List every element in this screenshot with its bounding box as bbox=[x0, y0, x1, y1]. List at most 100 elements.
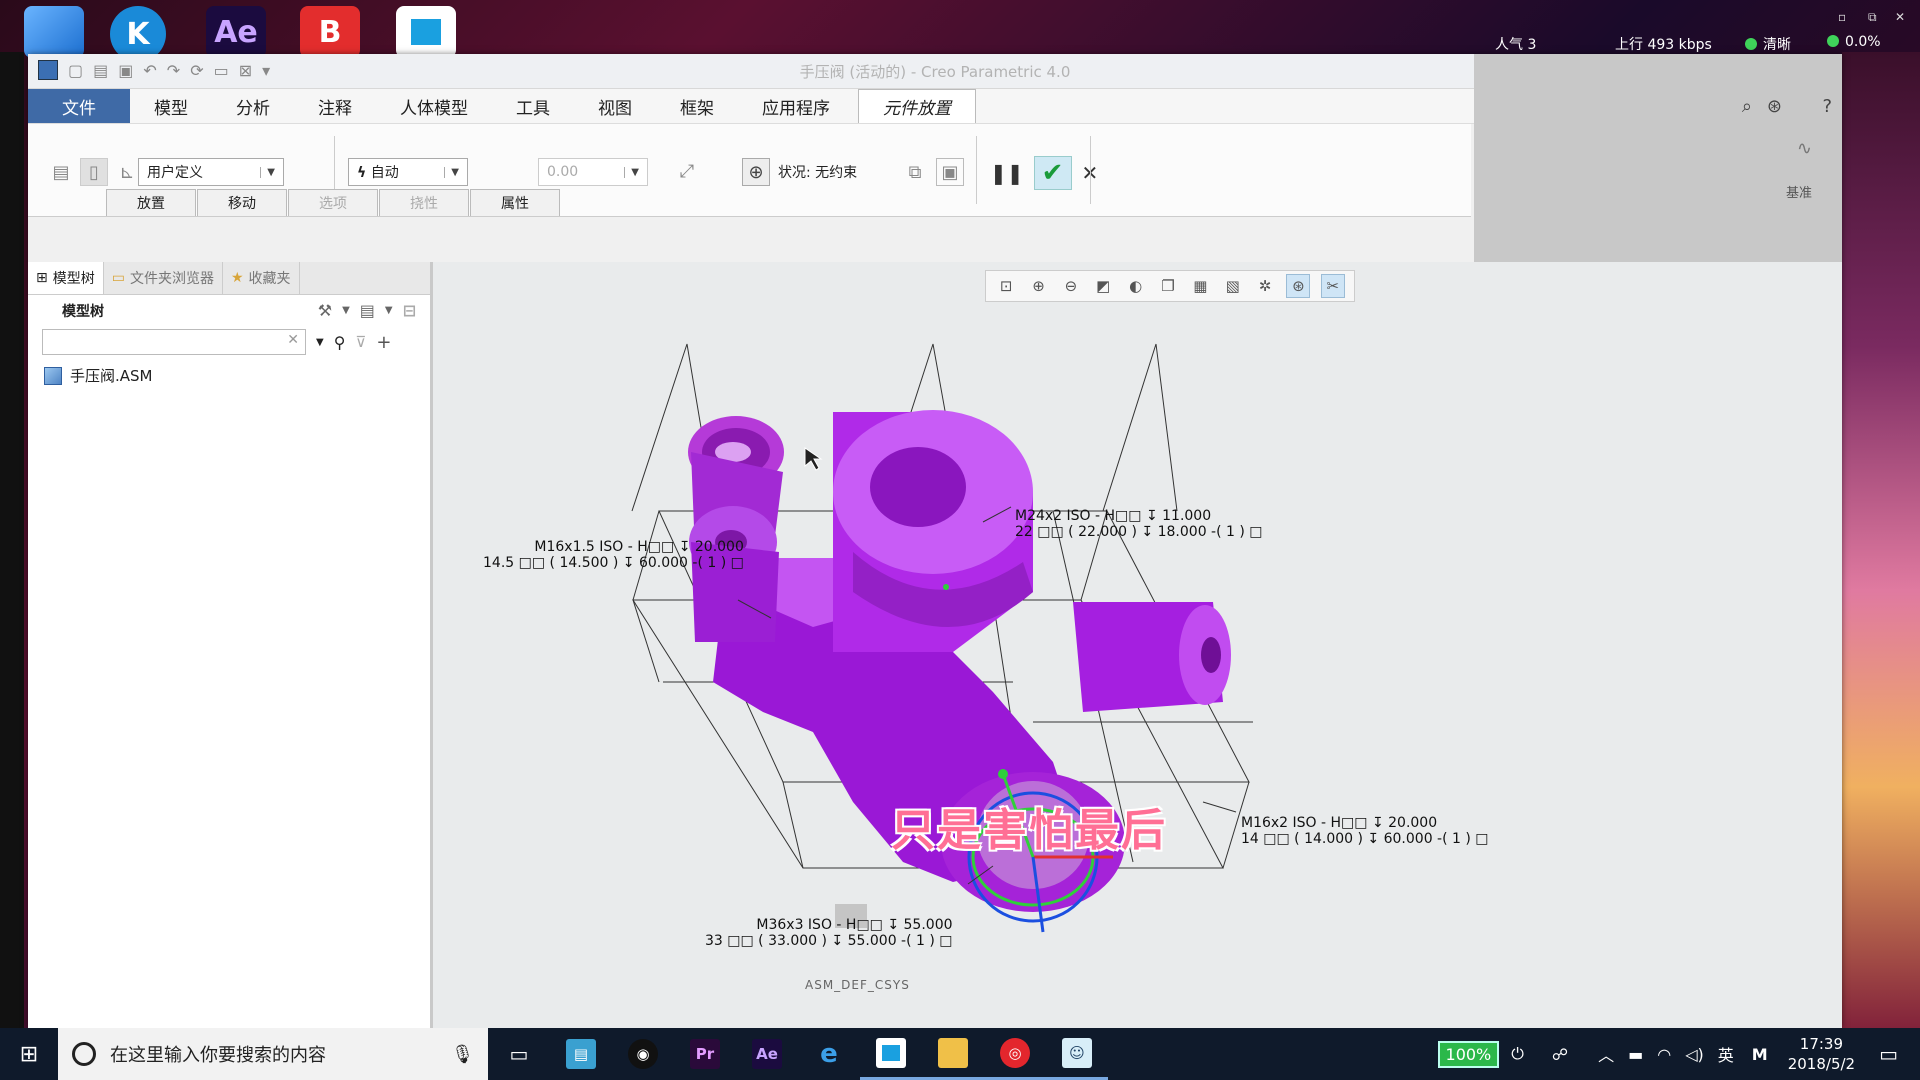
subtab-properties[interactable]: 属性 bbox=[470, 189, 560, 216]
subtab-flexibility[interactable]: 挠性 bbox=[379, 189, 469, 216]
stream-minimize-icon[interactable]: ▫ bbox=[1838, 10, 1846, 24]
datum-label: 基准 bbox=[1785, 186, 1812, 201]
explorer-window-icon[interactable]: ▤ bbox=[550, 1028, 612, 1080]
qq-icon[interactable]: ◉ bbox=[612, 1028, 674, 1080]
edge-icon[interactable]: e bbox=[798, 1028, 860, 1080]
separate-window-icon[interactable]: ⧉ bbox=[902, 159, 928, 185]
offset-type-select[interactable]: ϟ 自动 ▼ bbox=[348, 158, 468, 186]
subtab-move[interactable]: 移动 bbox=[197, 189, 287, 216]
add-icon[interactable]: + bbox=[376, 332, 391, 353]
windows-start-icon[interactable]: ⊞ bbox=[0, 1028, 58, 1080]
flip-constraint-icon[interactable]: ⤢ bbox=[674, 158, 700, 184]
ime-language[interactable]: 英 bbox=[1718, 1042, 1734, 1066]
model-viewport[interactable] bbox=[433, 262, 1842, 1028]
offset-value-input[interactable]: 0.00 ▼ bbox=[538, 158, 648, 186]
lightning-icon: ϟ bbox=[357, 165, 367, 181]
menu-tools[interactable]: 工具 bbox=[492, 89, 574, 123]
user-constraint-icon[interactable]: ⊾ bbox=[114, 159, 140, 185]
taskbar-search[interactable]: 在这里输入你要搜索的内容 🎙 bbox=[58, 1028, 488, 1080]
creo-icon[interactable] bbox=[860, 1028, 922, 1080]
folder-icon[interactable] bbox=[24, 6, 84, 58]
chevron-up-icon[interactable]: ︿ bbox=[1598, 1042, 1614, 1066]
chevron-down-icon[interactable]: ▼ bbox=[316, 337, 324, 348]
stream-close-icon[interactable]: ✕ bbox=[1895, 10, 1905, 24]
menu-component-placement[interactable]: 元件放置 bbox=[858, 89, 976, 123]
globe-icon[interactable]: ⊛ bbox=[1767, 96, 1782, 117]
tab-favorites[interactable]: ★ 收藏夹 bbox=[223, 262, 300, 294]
tab-folder-browser[interactable]: ▭ 文件夹浏览器 bbox=[104, 262, 223, 294]
placement-subtabs: 放置 移动 选项 挠性 属性 bbox=[106, 189, 561, 216]
stream-restore-icon[interactable]: ⧉ bbox=[1868, 10, 1877, 25]
power-plug-icon: ⏻ bbox=[1511, 1044, 1524, 1063]
constraint-type-select[interactable]: 用户定义 ▼ bbox=[138, 158, 284, 186]
tree-columns-icon[interactable]: ⊟ bbox=[403, 301, 416, 321]
clock[interactable]: 17:39 2018/5/2 bbox=[1788, 1034, 1855, 1074]
notification-icon[interactable]: ▭ bbox=[1879, 1042, 1898, 1066]
subtab-placement[interactable]: 放置 bbox=[106, 189, 196, 216]
help-icon[interactable]: ? bbox=[1822, 96, 1832, 117]
find-icon[interactable]: ⚲ bbox=[334, 333, 346, 352]
chevron-down-icon: ▼ bbox=[260, 166, 275, 178]
menu-annotate[interactable]: 注释 bbox=[294, 89, 376, 123]
tree-search-row: ✕ ▼ ⚲ ⊽ + bbox=[28, 327, 430, 357]
component-placement-ribbon: ▤ ▯ ⊾ 用户定义 ▼ ϟ 自动 ▼ 0.00 ▼ ⤢ ⊕ 状况: 无约束 ⧉ ▣ … bbox=[28, 124, 1471, 217]
wifi-icon[interactable]: ◠ bbox=[1657, 1045, 1671, 1064]
menu-framework[interactable]: 框架 bbox=[656, 89, 738, 123]
menu-analysis[interactable]: 分析 bbox=[212, 89, 294, 123]
graphics-window[interactable]: ⊡ ⊕ ⊖ ◩ ◐ ❐ ▦ ▧ ✲ ⊛ ✂ M24x2 ISO - H□□ ↧ … bbox=[433, 262, 1842, 1028]
stream-status-area: 人气 3 上行 493 kbps 清晰 0.0% ▫ ⧉ ✕ bbox=[1495, 0, 1920, 56]
constraint-status-icon[interactable]: ⊕ bbox=[742, 158, 770, 186]
annotation-m36[interactable]: M36x3 ISO - H□□ ↧ 55.000 33 □□ ( 33.000 … bbox=[705, 917, 953, 949]
placement-status: ⊕ 状况: 无约束 bbox=[742, 158, 857, 186]
folder-icon: ▭ bbox=[111, 270, 125, 286]
show-icon[interactable]: ▤ bbox=[360, 301, 375, 321]
file-explorer-icon[interactable] bbox=[922, 1028, 984, 1080]
aftereffects-icon[interactable]: Ae bbox=[736, 1028, 798, 1080]
star-icon: ★ bbox=[230, 270, 244, 286]
settings-icon[interactable]: ⚒ bbox=[318, 301, 332, 321]
assembly-window-icon[interactable]: ▣ bbox=[936, 158, 964, 186]
menu-applications[interactable]: 应用程序 bbox=[738, 89, 854, 123]
tree-search-input[interactable]: ✕ bbox=[42, 329, 306, 355]
tab-model-tree[interactable]: ⊞ 模型树 bbox=[28, 262, 104, 294]
battery-indicator[interactable]: 100% bbox=[1437, 1040, 1500, 1068]
volume-icon[interactable]: ◁) bbox=[1685, 1045, 1704, 1064]
subtab-options[interactable]: 选项 bbox=[288, 189, 378, 216]
confirm-group: ❚❚ ✔ ✕ bbox=[990, 156, 1098, 190]
upload-rate: 上行 493 kbps bbox=[1615, 37, 1712, 53]
task-view-icon[interactable]: ▭ bbox=[488, 1028, 550, 1080]
right-grey-panel: ⌕ ⊛ ? ∿ 基准 bbox=[1474, 54, 1842, 262]
ae-app-icon[interactable]: Ae bbox=[206, 6, 266, 58]
netease-music-icon[interactable]: ◎ bbox=[984, 1028, 1046, 1080]
b-app-icon[interactable]: B bbox=[300, 6, 360, 58]
mechanism-connection-icon[interactable]: ▯ bbox=[80, 158, 108, 186]
premiere-icon[interactable]: Pr bbox=[674, 1028, 736, 1080]
menu-file[interactable]: 文件 bbox=[28, 89, 130, 123]
menu-view[interactable]: 视图 bbox=[574, 89, 656, 123]
annotation-m16x2[interactable]: M16x2 ISO - H□□ ↧ 20.000 14 □□ ( 14.000 … bbox=[1241, 815, 1489, 847]
game-icon[interactable]: ☺ bbox=[1046, 1028, 1108, 1080]
filter-icon[interactable]: ⊽ bbox=[355, 333, 366, 351]
clear-icon[interactable]: ✕ bbox=[287, 332, 299, 348]
chevron-down-icon: ▼ bbox=[624, 166, 639, 178]
search-icon[interactable]: ⌕ bbox=[1742, 96, 1752, 117]
system-tray: 100% ⏻ ☍ ︿ ▬ ◠ ◁) 英 M 17:39 2018/5/2 ▭ bbox=[1437, 1028, 1920, 1080]
default-placement-icon[interactable]: ▤ bbox=[48, 159, 74, 185]
pause-icon[interactable]: ❚❚ bbox=[990, 161, 1024, 185]
ok-check-icon[interactable]: ✔ bbox=[1033, 156, 1072, 190]
menu-manikin[interactable]: 人体模型 bbox=[376, 89, 492, 123]
annotation-m16x15[interactable]: M16x1.5 ISO - H□□ ↧ 20.000 14.5 □□ ( 14.… bbox=[483, 539, 744, 571]
quality-status-icon bbox=[1745, 38, 1757, 50]
menu-model[interactable]: 模型 bbox=[130, 89, 212, 123]
chevron-down-icon[interactable]: ▼ bbox=[342, 301, 350, 321]
annotation-m24[interactable]: M24x2 ISO - H□□ ↧ 11.000 22 □□ ( 22.000 … bbox=[1015, 508, 1263, 540]
microphone-icon[interactable]: 🎙 bbox=[451, 1044, 474, 1065]
people-icon[interactable]: ☍ bbox=[1552, 1045, 1568, 1064]
battery-icon[interactable]: ▬ bbox=[1628, 1045, 1643, 1064]
ime-mode[interactable]: M bbox=[1752, 1045, 1768, 1064]
chevron-down-icon[interactable]: ▼ bbox=[385, 301, 393, 321]
window-app-icon[interactable] bbox=[396, 6, 456, 58]
navigator-tabs: ⊞ 模型树 ▭ 文件夹浏览器 ★ 收藏夹 bbox=[28, 262, 430, 295]
datum-icon[interactable]: ∿ bbox=[1797, 138, 1812, 159]
tree-item-assembly[interactable]: 手压阀.ASM bbox=[28, 357, 430, 386]
